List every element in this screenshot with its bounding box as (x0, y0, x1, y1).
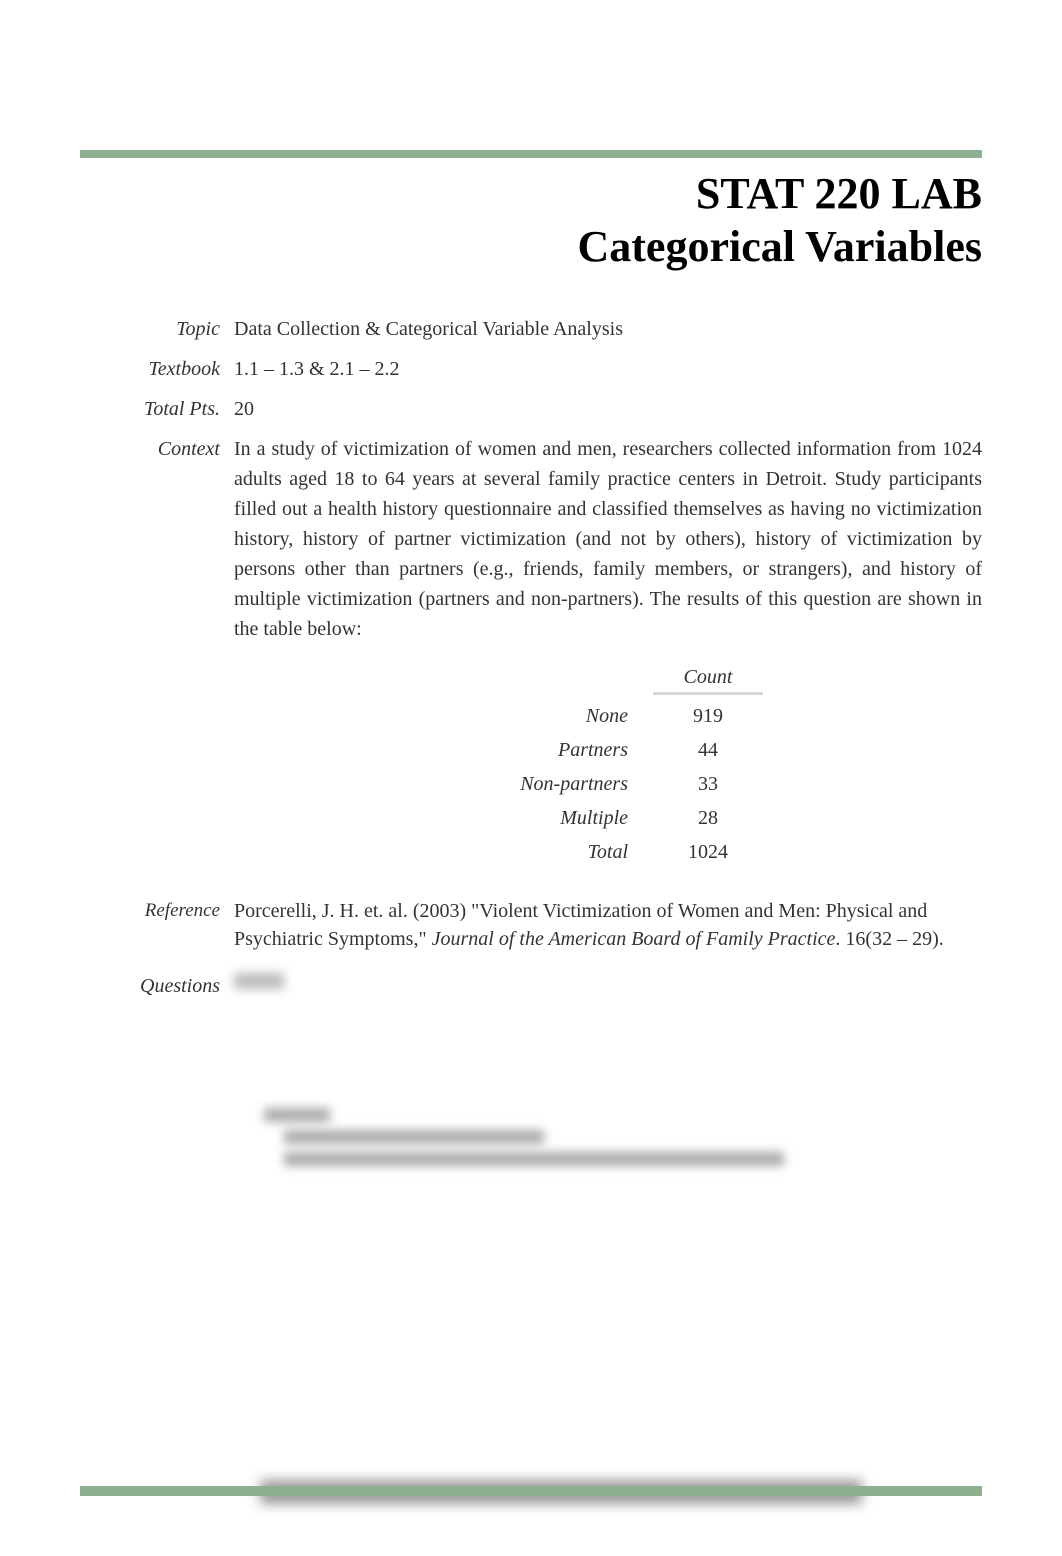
totalpts-label: Total Pts. (80, 394, 220, 424)
row-value-partners: 44 (638, 735, 778, 765)
table-row: Multiple 28 (438, 801, 778, 835)
title-block: STAT 220 LAB Categorical Variables (80, 168, 982, 274)
row-value-none: 919 (638, 701, 778, 731)
questions-value (234, 963, 982, 1174)
context-value: In a study of victimization of women and… (234, 434, 982, 887)
table-row: None 919 (438, 699, 778, 733)
header-underline (653, 692, 763, 695)
blurred-content (284, 1130, 544, 1144)
row-value-nonpartners: 33 (638, 769, 778, 799)
table-row: Total 1024 (438, 835, 778, 869)
questions-label: Questions (80, 971, 220, 1001)
title-line1: STAT 220 LAB (80, 168, 982, 221)
count-header: Count (638, 662, 778, 692)
table-row: Partners 44 (438, 733, 778, 767)
bottom-divider (80, 1486, 982, 1496)
totalpts-value: 20 (234, 394, 982, 424)
title-line2: Categorical Variables (80, 221, 982, 274)
textbook-value: 1.1 – 1.3 & 2.1 – 2.2 (234, 354, 982, 384)
blurred-content (234, 973, 284, 989)
row-label-multiple: Multiple (438, 803, 638, 833)
reference-journal: Journal of the American Board of Family … (432, 928, 836, 950)
top-divider (80, 150, 982, 158)
info-grid: Topic Data Collection & Categorical Vari… (80, 314, 982, 1174)
textbook-label: Textbook (80, 354, 220, 384)
reference-label: Reference (80, 897, 220, 953)
table-row: Non-partners 33 (438, 767, 778, 801)
row-label-total: Total (438, 837, 638, 867)
context-label: Context (80, 434, 220, 887)
blurred-content (264, 1108, 330, 1122)
row-value-multiple: 28 (638, 803, 778, 833)
topic-value: Data Collection & Categorical Variable A… (234, 314, 982, 344)
blurred-content (284, 1152, 784, 1166)
row-label-partners: Partners (438, 735, 638, 765)
row-label-nonpartners: Non-partners (438, 769, 638, 799)
row-label-none: None (438, 701, 638, 731)
row-value-total: 1024 (638, 837, 778, 867)
data-table: Count None 919 Partners 44 Non-partners … (438, 662, 778, 869)
table-header-row: Count (438, 662, 778, 699)
reference-value: Porcerelli, J. H. et. al. (2003) "Violen… (234, 897, 982, 953)
context-text: In a study of victimization of women and… (234, 434, 982, 644)
topic-label: Topic (80, 314, 220, 344)
reference-suffix: . 16(32 – 29). (835, 928, 943, 950)
